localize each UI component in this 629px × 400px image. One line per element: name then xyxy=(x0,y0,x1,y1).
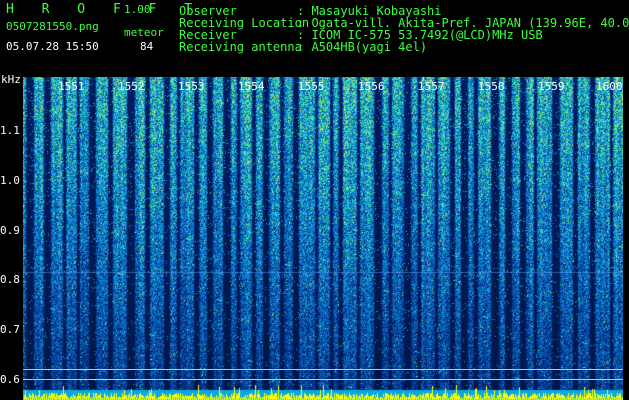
file-name: 0507281550.png xyxy=(6,20,99,33)
spectrogram-canvas xyxy=(23,77,623,400)
y-axis-unit: kHz xyxy=(1,73,21,86)
y-tick-label: 0.9 xyxy=(0,224,20,237)
hroft-window: H R O F F T 1.00 0507281550.png meteor 0… xyxy=(0,0,629,400)
meteor-count: 84 xyxy=(140,40,154,53)
time-label: 1555 xyxy=(298,80,325,93)
spectrogram xyxy=(23,77,623,400)
y-tick-label: 0.7 xyxy=(0,323,20,336)
y-tick-label: 0.8 xyxy=(0,273,20,286)
time-label: 1554 xyxy=(238,80,265,93)
time-label: 1553 xyxy=(178,80,205,93)
time-label: 1558 xyxy=(478,80,505,93)
app-version: 1.00 xyxy=(124,3,151,16)
antenna-value: : A504HB(yagi 4el) xyxy=(297,40,428,54)
time-label: 1559 xyxy=(538,80,565,93)
time-label: 1600 xyxy=(596,80,623,93)
y-tick-label: 1.1 xyxy=(0,124,20,137)
reference-line xyxy=(23,379,623,380)
antenna-label: Receiving antenna xyxy=(179,40,302,54)
y-tick-label: 1.0 xyxy=(0,174,20,187)
time-label: 1552 xyxy=(118,80,145,93)
time-label: 1551 xyxy=(58,80,85,93)
time-label: 1556 xyxy=(358,80,385,93)
meteor-label: meteor xyxy=(124,26,164,39)
app-name: H R O F F T xyxy=(6,2,203,17)
time-label: 1557 xyxy=(418,80,445,93)
y-tick-label: 0.6 xyxy=(0,373,20,386)
reference-line xyxy=(23,369,623,370)
date-time: 05.07.28 15:50 xyxy=(6,40,99,53)
